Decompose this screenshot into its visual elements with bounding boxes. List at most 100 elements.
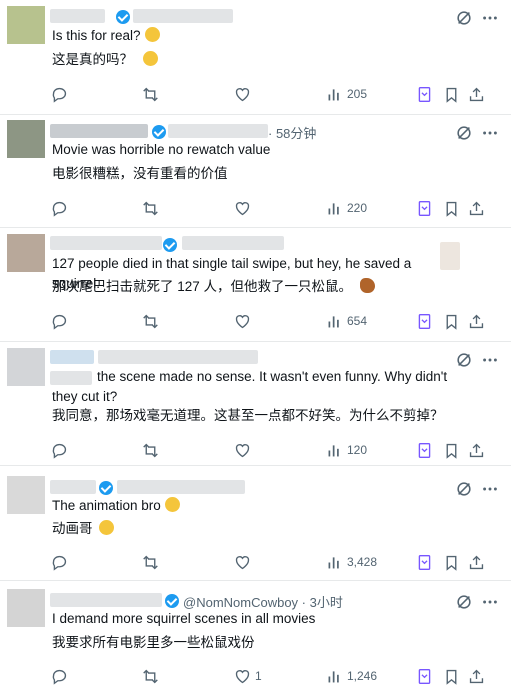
redacted-handle	[98, 350, 258, 364]
avatar[interactable]	[7, 476, 45, 514]
heart-icon	[235, 669, 250, 683]
bookmark-button[interactable]	[443, 311, 460, 331]
bookmark-icon	[446, 555, 457, 571]
grok-analyze-button[interactable]	[416, 552, 433, 572]
post-text-en: Movie was horrible no rewatch value	[52, 142, 271, 157]
repost-icon	[143, 201, 158, 215]
share-button[interactable]	[468, 552, 485, 572]
repost-button[interactable]	[142, 198, 163, 218]
like-button[interactable]	[234, 311, 255, 331]
reply-post[interactable]: the scene made no sense. It wasn't even …	[0, 342, 511, 466]
like-button[interactable]	[234, 84, 255, 104]
redacted-handle	[168, 124, 268, 138]
share-button[interactable]	[468, 311, 485, 331]
grok-analyze-button[interactable]	[416, 84, 433, 104]
more-icon[interactable]	[481, 124, 499, 142]
avatar[interactable]	[7, 120, 45, 158]
views-chart-icon	[328, 444, 339, 456]
reply-post[interactable]: Is this for real? 这是真的吗？ 205	[0, 0, 511, 115]
post-text-en-label: Is this for real?	[52, 28, 141, 43]
bookmark-icon	[446, 201, 457, 217]
views-button[interactable]: 220	[326, 198, 367, 218]
reply-post[interactable]: 127 people died in that single tail swip…	[0, 228, 511, 342]
grok-analyze-button[interactable]	[416, 311, 433, 331]
avatar[interactable]	[7, 234, 45, 272]
post-text-zh: 我要求所有电影里多一些松鼠戏份	[52, 635, 255, 650]
bookmark-icon	[446, 443, 457, 459]
reply-button[interactable]	[51, 198, 72, 218]
grok-analyze-button[interactable]	[416, 440, 433, 460]
more-icon[interactable]	[481, 480, 499, 498]
grok-bookmark-icon	[418, 200, 431, 216]
like-button[interactable]	[234, 440, 255, 460]
more-icon[interactable]	[481, 351, 499, 369]
share-button[interactable]	[468, 440, 485, 460]
share-button[interactable]	[468, 84, 485, 104]
verified-badge-icon	[116, 10, 130, 24]
action-bar: 120	[0, 440, 511, 460]
reply-post[interactable]: @NomNomCowboy · 3小时 I demand more squirr…	[0, 581, 511, 695]
views-button[interactable]: 120	[326, 440, 367, 460]
repost-button[interactable]	[142, 311, 163, 331]
post-text-zh: 这是真的吗？	[52, 50, 462, 70]
views-count: 205	[347, 87, 368, 101]
share-button[interactable]	[468, 666, 485, 686]
grok-bookmark-icon	[418, 86, 431, 102]
views-button[interactable]: 1,246	[326, 666, 377, 686]
repost-button[interactable]	[142, 440, 163, 460]
more-icon[interactable]	[481, 9, 499, 27]
views-chart-icon	[328, 202, 339, 214]
reply-button[interactable]	[51, 311, 72, 331]
repost-button[interactable]	[142, 552, 163, 572]
redacted-display-name	[50, 236, 162, 250]
avatar[interactable]	[7, 589, 45, 627]
reply-button[interactable]	[51, 440, 72, 460]
reply-button[interactable]	[51, 84, 72, 104]
post-text-en-label: The animation bro	[52, 498, 161, 513]
bookmark-button[interactable]	[443, 552, 460, 572]
post-text-en: I demand more squirrel scenes in all mov…	[52, 611, 316, 626]
views-count: 654	[347, 314, 368, 328]
exploding-head-emoji-icon	[98, 520, 114, 535]
redacted-handle	[133, 9, 233, 23]
views-chart-icon	[328, 670, 339, 682]
reply-icon	[52, 443, 67, 459]
reply-button[interactable]	[51, 666, 72, 686]
like-button[interactable]: 1	[234, 666, 262, 686]
bookmark-button[interactable]	[443, 440, 460, 460]
grok-icon[interactable]	[455, 9, 473, 27]
action-bar: 205	[0, 84, 511, 104]
views-chart-icon	[328, 556, 339, 568]
like-count: 1	[255, 669, 262, 683]
views-button[interactable]: 654	[326, 311, 367, 331]
redacted-display-name	[50, 480, 96, 494]
post-text-zh-label: 动画哥	[52, 521, 93, 536]
bookmark-button[interactable]	[443, 84, 460, 104]
avatar[interactable]	[7, 6, 45, 44]
like-button[interactable]	[234, 552, 255, 572]
like-button[interactable]	[234, 198, 255, 218]
post-text-zh: 电影很糟糕，没有重看的价值	[52, 166, 228, 181]
repost-button[interactable]	[142, 84, 163, 104]
reply-post[interactable]: The animation bro 动画哥 3,428	[0, 466, 511, 581]
reply-button[interactable]	[51, 552, 72, 572]
grok-bookmark-icon	[418, 554, 431, 570]
views-chart-icon	[328, 88, 339, 100]
repost-icon	[143, 443, 158, 457]
views-count: 3,428	[347, 555, 378, 569]
more-icon[interactable]	[481, 593, 499, 611]
redacted-display-name	[50, 9, 105, 23]
grok-analyze-button[interactable]	[416, 666, 433, 686]
avatar[interactable]	[7, 348, 45, 386]
reply-post[interactable]: · 58分钟 Movie was horrible no rewatch val…	[0, 115, 511, 228]
repost-button[interactable]	[142, 666, 163, 686]
action-bar: 3,428	[0, 552, 511, 572]
views-button[interactable]: 3,428	[326, 552, 377, 572]
share-button[interactable]	[468, 198, 485, 218]
bookmark-button[interactable]	[443, 198, 460, 218]
action-bar: 220	[0, 198, 511, 218]
views-button[interactable]: 205	[326, 84, 367, 104]
bookmark-button[interactable]	[443, 666, 460, 686]
action-bar: 1 1,246	[0, 666, 511, 686]
grok-analyze-button[interactable]	[416, 198, 433, 218]
